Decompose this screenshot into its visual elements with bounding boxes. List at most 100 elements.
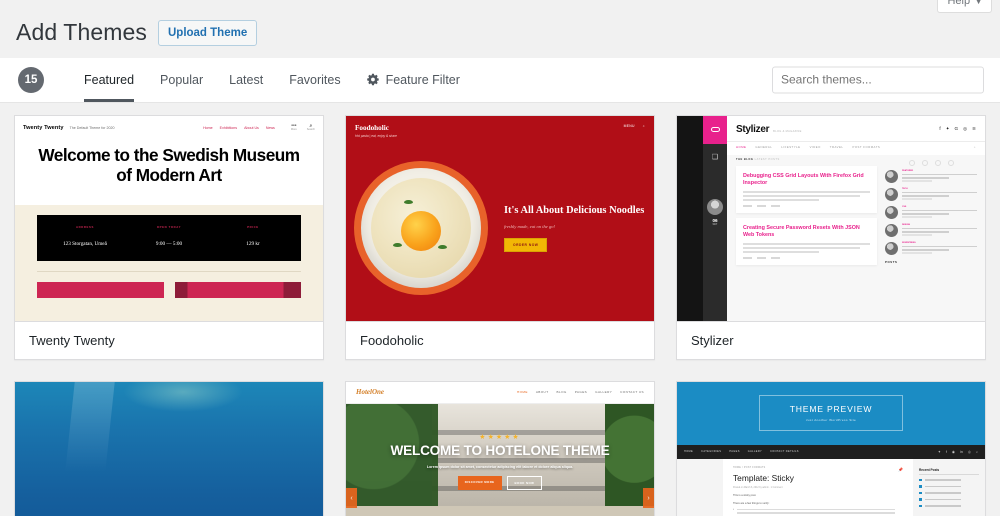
thumbnail-image [885,169,898,183]
tp-nav-pages: PAGES [729,450,740,454]
tab-featured[interactable]: Featured [71,58,147,102]
st-sidebar-item: WORDPRESS [885,241,977,255]
st-sidebar-item: DESIGN [885,223,977,237]
tab-favorites[interactable]: Favorites [276,58,353,102]
st-rail-number: 06 SEP [712,217,718,226]
thumbnail-image [885,205,898,219]
thumbnail-image [885,223,898,237]
tp-nav-contact: CONTACT DETAILS [770,450,799,454]
st-icon-rail: ❑ 06 SEP [703,115,727,321]
tp-breadcrumb: HOME / POST FORMATS [733,466,766,469]
fo-menu-label: MENU [623,123,635,128]
theme-screenshot[interactable]: Twenty Twenty The Default Theme for 2020… [15,115,323,321]
carousel-next-arrow[interactable]: › [643,488,654,509]
st-nav-lifestyle: LIFESTYLE [781,144,801,149]
tt-headline: Welcome to the Swedish Museum of Modern … [38,144,300,186]
st-post-title: Debugging CSS Grid Layouts With Firefox … [743,172,864,187]
theme-card-stylizer[interactable]: ❑ 06 SEP Stylizer BLOG & MAGAZINE f ✦ G ◎ ≋ [676,114,986,360]
instagram-icon: ◎ [967,449,971,454]
help-bar: Help ▼ [0,0,1000,14]
pin-icon: 📌 [898,466,903,472]
tp-sidebar: Recent Posts Recent Comments [913,459,985,516]
theme-card-foodoholic[interactable]: Foodoholic Hot pasta | eat, enjoy & shar… [345,114,655,360]
tt-nav-news: News [265,125,275,130]
ho-headline: WELCOME TO HOTELONE THEME [390,443,610,459]
tp-article: HOME / POST FORMATS 📌 Template: Sticky P… [723,458,913,516]
tt-bar-2 [174,282,301,299]
ho-subline: Lorem ipsum dolor sit amet, consectetur … [426,464,574,469]
theme-count-badge: 15 [18,66,44,93]
theme-card-mlog-free-theme[interactable]: MLog Free Theme Blogging WordPress Theme… [14,380,324,516]
upload-theme-button[interactable]: Upload Theme [157,19,258,46]
fo-tagline: Hot pasta | eat, enjoy & share [355,133,397,138]
theme-name: Foodoholic [360,332,424,348]
theme-card-theme-preview[interactable]: THEME PREVIEW Just Another WordPress Sit… [676,380,986,516]
theme-name: Twenty Twenty [29,332,115,348]
theme-screenshot[interactable]: THEME PREVIEW Just Another WordPress Sit… [677,381,985,516]
theme-filter-bar: 15 Featured Popular Latest Favorites Fea… [0,57,1000,103]
fo-logo: Foodoholic [355,123,389,132]
tp-sidebar-item [919,491,979,495]
tt-nav-about: About Us [244,125,259,130]
ho-nav-pages: PAGES [574,390,588,395]
gear-icon [366,74,379,86]
theme-card-footer: Stylizer [677,320,985,359]
theme-screenshot[interactable]: HotelOne HOME ABOUT BLOG PAGES GALLERY C… [346,381,654,516]
tp-subline: Just Another WordPress Site [805,417,857,422]
thumbnail-image [885,241,898,255]
ho-secondary-button: BOOK NOW [506,475,543,490]
fo-menu: MENU ⌕ [624,124,645,128]
st-sidebar: FEATURED TECH CSS DESIGN WORDPRESS POSTS [885,158,977,321]
tp-nav: HOME CATEGORIES PAGES GALLERY CONTACT DE… [677,444,985,459]
help-button[interactable]: Help ▼ [937,0,992,13]
st-post-card: Creating Secure Password Resets With JSO… [736,217,877,265]
tt-info-band: ADDRESS 123 Storgatan, Umeå OPEN TODAY 9… [37,215,301,262]
search-icon: ⌕ [973,144,976,149]
tp-nav-home: HOME [684,450,694,454]
fo-subline: freshly made, eat on the go! [504,223,556,229]
tp-post-meta: Posted on March 6, 2012 by admin · 1 Com… [733,486,783,489]
feature-filter-label: Feature Filter [385,72,460,87]
tp-post-title: Template: Sticky [733,472,794,483]
st-logo: Stylizer BLOG & MAGAZINE [736,123,802,135]
carousel-prev-arrow[interactable]: ‹ [346,488,357,509]
theme-screenshot[interactable]: Foodoholic Hot pasta | eat, enjoy & shar… [346,115,654,321]
theme-screenshot[interactable]: MLog Free Theme Blogging WordPress Theme [15,381,323,516]
tp-sidebar-item [919,504,979,508]
st-nav-general: GENERAL [755,144,773,149]
tab-latest[interactable]: Latest [216,58,276,102]
tab-popular[interactable]: Popular [147,58,216,102]
rss-icon: ≋ [972,126,976,132]
theme-card-footer: Foodoholic [346,320,654,359]
st-nav-postformats: POST FORMATS [852,144,881,149]
thumbnail-image [885,187,898,201]
st-nav: HOME GENERAL LIFESTYLE VIDEO TRAVEL POST… [727,140,985,155]
ho-nav-home: HOME [516,390,528,395]
help-label: Help [947,0,971,7]
tp-nav-categories: CATEGORIES [701,450,722,454]
facebook-icon: f [945,449,947,454]
tp-hero-box: THEME PREVIEW Just Another WordPress Sit… [758,394,904,431]
ho-nav-contact: CONTACT US [620,390,644,395]
st-nav-travel: TRAVEL [829,144,844,149]
tt-color-bars [37,282,301,299]
theme-card-hotelone[interactable]: HotelOne HOME ABOUT BLOG PAGES GALLERY C… [345,380,655,516]
theme-screenshot[interactable]: ❑ 06 SEP Stylizer BLOG & MAGAZINE f ✦ G ◎ ≋ [677,115,985,321]
search-input[interactable] [772,66,984,94]
page-title: Add Themes [16,19,147,45]
search-icon: ⌕ [642,123,645,128]
feature-filter-button[interactable]: Feature Filter [354,58,473,102]
ho-hero-image: ‹ › ★★★★★ WELCOME TO HOTELONE THEME Lore… [346,403,654,516]
tp-sidebar-item [919,498,979,501]
ho-nav: HOME ABOUT BLOG PAGES GALLERY CONTACT US [517,390,644,394]
search-icon: ⌕ [975,449,978,454]
st-sidebar-heading: POSTS [885,259,898,264]
tt-nav-home: Home [203,125,213,130]
theme-grid: Twenty Twenty The Default Theme for 2020… [0,103,1000,516]
tp-list-item: • [733,508,903,516]
theme-card-footer: Twenty Twenty [15,320,323,359]
theme-card-twenty-twenty[interactable]: Twenty Twenty The Default Theme for 2020… [14,114,324,360]
st-dark-rail [677,115,703,321]
tt-info-hours: OPEN TODAY 9:00 — 5:00 [155,225,183,248]
tt-info-address: ADDRESS 123 Storgatan, Umeå [63,225,107,248]
